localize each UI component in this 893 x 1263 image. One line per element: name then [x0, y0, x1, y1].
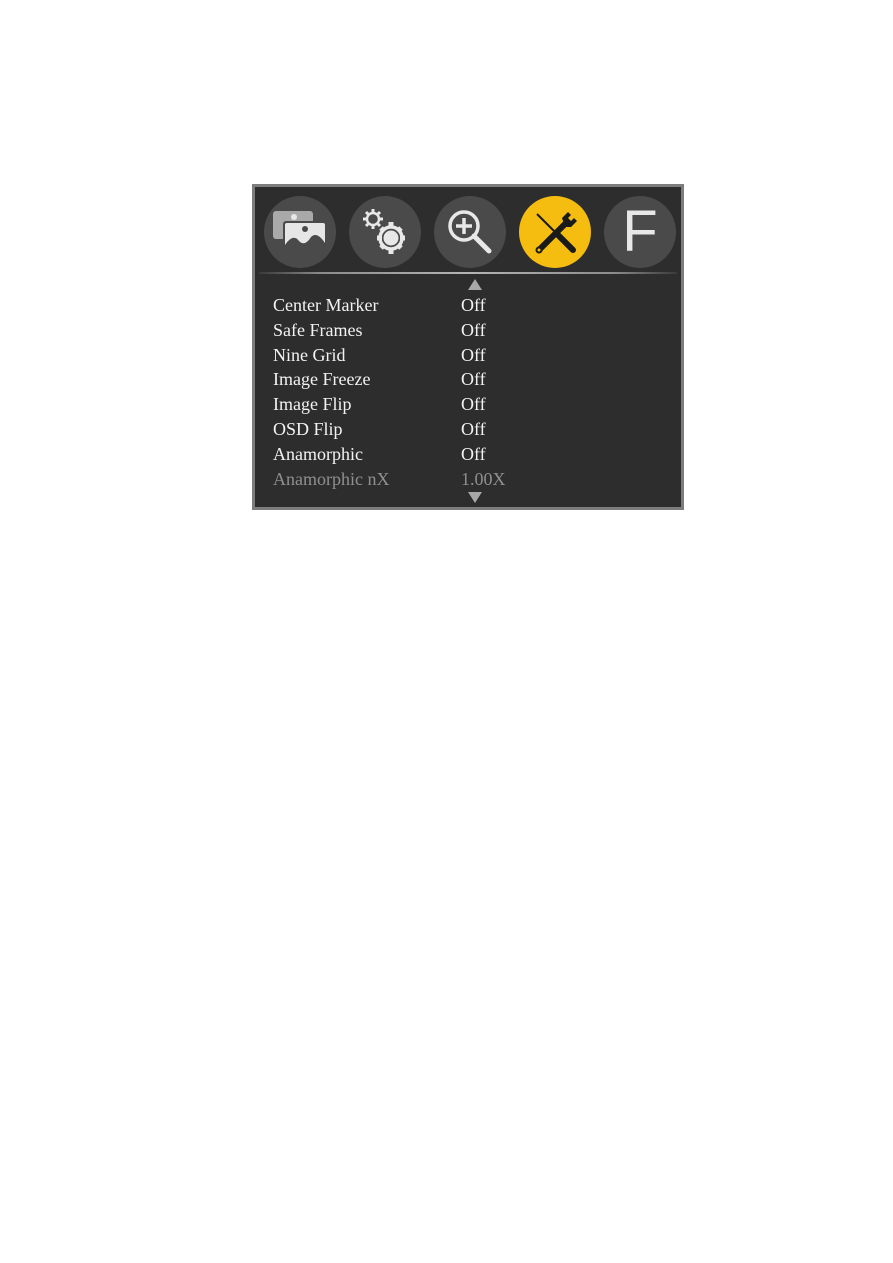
menu-item-label: Center Marker [273, 295, 379, 315]
up-arrow-icon[interactable] [468, 279, 482, 290]
menu-item-anamorphic[interactable]: Anamorphic Off [273, 442, 673, 467]
tools-icon [535, 212, 577, 254]
menu-item-label: Nine Grid [273, 344, 346, 365]
tab-separator [259, 272, 677, 274]
menu-item-value: Off [461, 369, 486, 390]
menu-item-value: Off [461, 418, 486, 439]
menu-item-value: Off [461, 319, 486, 340]
menu-item-label: Safe Frames [273, 319, 363, 340]
menu-item-center-marker[interactable]: Center Marker Off [273, 293, 673, 318]
menu-item-value: 1.00X [461, 468, 506, 489]
menu-item-value: Off [461, 394, 486, 415]
menu-item-safe-frames[interactable]: Safe Frames Off [273, 318, 673, 343]
menu-item-value: Off [461, 344, 486, 365]
menu-list: Center Marker Off Safe Frames Off Nine G… [273, 293, 673, 491]
menu-item-image-freeze[interactable]: Image Freeze Off [273, 367, 673, 392]
menu-item-image-flip[interactable]: Image Flip Off [273, 392, 673, 417]
tab-tools[interactable] [519, 196, 591, 268]
menu-item-label: Image Flip [273, 394, 352, 415]
menu-item-nine-grid[interactable]: Nine Grid Off [273, 343, 673, 368]
menu-item-anamorphic-nx: Anamorphic nX 1.00X [273, 467, 673, 492]
menu-item-label: Anamorphic [273, 443, 363, 464]
down-arrow-icon[interactable] [468, 492, 482, 503]
menu-item-label: Anamorphic nX [273, 468, 390, 489]
tab-picture[interactable] [264, 196, 336, 268]
gears-icon [363, 209, 405, 254]
picture-icon [273, 211, 327, 253]
menu-item-value: Off [461, 443, 486, 464]
osd-menu-panel: F Center Marker Off Safe Frames Off Nine… [252, 184, 684, 510]
zoom-in-icon [448, 210, 492, 254]
tab-zoom[interactable] [434, 196, 506, 268]
tab-system[interactable] [349, 196, 421, 268]
menu-item-osd-flip[interactable]: OSD Flip Off [273, 417, 673, 442]
menu-tab-bar: F [255, 187, 681, 273]
menu-item-label: OSD Flip [273, 418, 343, 439]
function-f-icon: F [622, 199, 658, 264]
menu-item-label: Image Freeze [273, 369, 371, 390]
tab-function[interactable]: F [604, 196, 676, 268]
menu-item-value: Off [461, 295, 486, 315]
